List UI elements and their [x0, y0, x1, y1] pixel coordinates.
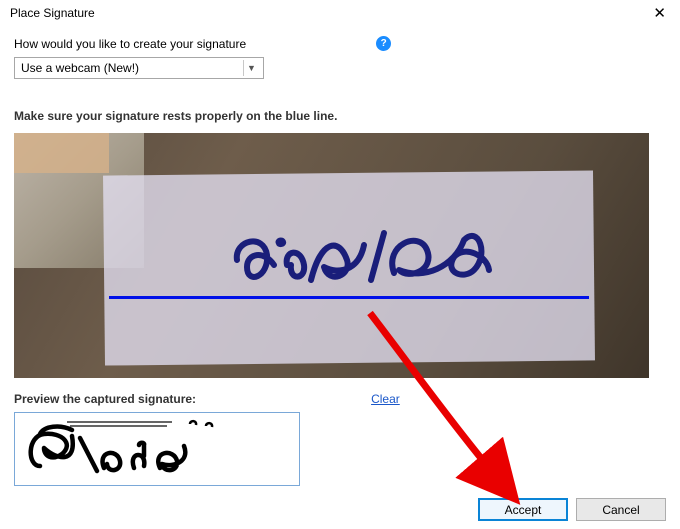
cancel-button[interactable]: Cancel [576, 498, 666, 521]
close-icon[interactable]: ✕ [647, 4, 672, 23]
signature-preview-box [14, 412, 300, 486]
help-icon[interactable]: ? [376, 36, 391, 51]
preview-signature-image [22, 416, 292, 482]
window-title: Place Signature [10, 6, 95, 20]
preview-header-row: Preview the captured signature: Clear [14, 392, 666, 406]
baseline-guide [109, 296, 589, 299]
webcam-preview [14, 133, 649, 378]
method-select[interactable]: Use a webcam (New!) ▼ [14, 57, 264, 79]
preview-label: Preview the captured signature: [14, 392, 196, 406]
clear-link[interactable]: Clear [371, 392, 400, 406]
background-clutter-top [14, 133, 109, 173]
method-label: How would you like to create your signat… [14, 37, 246, 51]
accept-button[interactable]: Accept [478, 498, 568, 521]
dialog-buttons: Accept Cancel [478, 498, 666, 521]
chevron-down-icon: ▼ [243, 60, 259, 76]
method-row: How would you like to create your signat… [14, 36, 666, 51]
method-select-value: Use a webcam (New!) [21, 61, 139, 75]
instruction-text: Make sure your signature rests properly … [14, 109, 666, 123]
title-bar: Place Signature ✕ [0, 0, 680, 26]
dialog-content: How would you like to create your signat… [0, 26, 680, 486]
